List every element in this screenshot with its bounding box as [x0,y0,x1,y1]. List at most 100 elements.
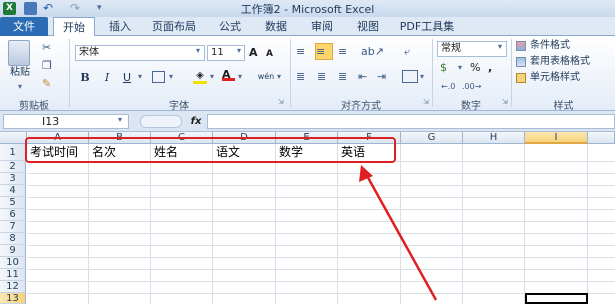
gridline [587,144,588,304]
paste-dropdown-icon[interactable]: ▾ [15,82,25,91]
borders-icon[interactable] [152,71,165,83]
row-header-11[interactable]: 11 [0,269,26,281]
align-middle-icon[interactable]: ≡ [315,43,333,60]
cell-styles-icon[interactable] [516,73,526,83]
orientation-icon[interactable]: ab↗ [361,44,384,60]
font-dialog-launcher-icon[interactable]: ⇲ [278,98,284,106]
paste-button[interactable]: 粘贴 [6,66,34,80]
bold-button[interactable]: B [77,69,93,85]
comma-style-button[interactable]: , [488,60,502,76]
borders-dropdown-icon[interactable]: ▾ [169,72,173,81]
group-alignment-label: 对齐方式 [341,101,381,112]
row-header-2[interactable]: 2 [0,161,26,173]
percent-style-button[interactable]: % [470,60,484,76]
copy-icon[interactable]: ❐ [42,58,56,74]
merge-center-icon[interactable] [402,70,418,83]
font-color-dropdown-icon[interactable]: ▾ [238,72,242,81]
gridline [27,257,615,258]
worksheet-grid[interactable]: A B C D E F G H I 1 2 3 4 5 6 7 8 9 10 1… [0,132,615,304]
align-center-icon[interactable]: ≣ [317,69,333,85]
grow-font-icon[interactable]: A [249,45,263,61]
row-header-7[interactable]: 7 [0,221,26,233]
accounting-format-icon[interactable]: $ [440,60,456,76]
row-header-5[interactable]: 5 [0,197,26,209]
group-font-label: 字体 [169,101,189,112]
tab-view[interactable]: 视图 [348,17,388,36]
tab-home[interactable]: 开始 [53,17,95,37]
format-painter-icon[interactable]: ✎ [42,76,56,92]
gridline [27,269,615,270]
phonetic-guide-icon[interactable]: wén [256,69,276,85]
shrink-font-icon[interactable]: A [266,46,280,62]
format-as-table-button[interactable]: 套用表格格式 [530,55,590,69]
insert-function-button[interactable]: fx [187,114,205,129]
column-header-h[interactable]: H [463,132,525,144]
name-box[interactable]: I13 [3,114,129,129]
row-header-4[interactable]: 4 [0,185,26,197]
font-name-dropdown-icon[interactable]: ▾ [196,46,200,55]
conditional-formatting-button[interactable]: 条件格式 [530,39,570,53]
row-header-6[interactable]: 6 [0,209,26,221]
tab-insert[interactable]: 插入 [100,17,140,36]
formula-bar-splitter[interactable] [140,115,182,128]
row-header-8[interactable]: 8 [0,233,26,245]
row-header-13[interactable]: 13 [0,293,26,304]
window-title: 工作簿2 - Microsoft Excel [240,3,375,16]
number-format-combo[interactable]: 常规 [437,41,507,57]
group-clipboard-label: 剪贴板 [19,101,49,112]
formula-input[interactable] [207,114,615,129]
align-right-icon[interactable]: ≣ [338,69,354,85]
name-box-dropdown-icon[interactable]: ▾ [118,115,122,124]
italic-button[interactable]: I [99,69,115,85]
wrap-text-icon[interactable]: ⤶ [404,44,422,60]
formula-bar: I13 ▾ fx [0,111,615,132]
format-as-table-icon[interactable] [516,57,526,67]
column-header-i[interactable]: I [525,132,588,144]
phonetic-dropdown-icon[interactable]: ▾ [277,72,281,81]
gridline [27,197,615,198]
increase-indent-icon[interactable]: ⇥ [377,69,393,85]
column-header-g[interactable]: G [401,132,463,144]
underline-dropdown-icon[interactable]: ▾ [138,72,142,81]
tab-review[interactable]: 审阅 [302,17,342,36]
fill-color-icon[interactable]: ◈ [193,70,207,84]
row-header-3[interactable]: 3 [0,173,26,185]
underline-button[interactable]: U [119,69,135,85]
row-header-1[interactable]: 1 [0,144,26,161]
decrease-indent-icon[interactable]: ⇤ [358,69,374,85]
paste-icon[interactable] [8,40,30,66]
tab-page-layout[interactable]: 页面布局 [143,17,205,36]
group-styles-label: 样式 [553,101,574,112]
active-cell-i13[interactable] [525,293,588,304]
font-color-icon[interactable]: A [222,68,235,81]
accounting-dropdown-icon[interactable]: ▾ [458,63,462,72]
gridline [27,209,615,210]
tab-formulas[interactable]: 公式 [210,17,250,36]
gridline [27,245,615,246]
align-top-icon[interactable]: ≡ [296,44,312,60]
tab-file[interactable]: 文件 [0,17,48,36]
gridline [275,144,276,304]
merge-dropdown-icon[interactable]: ▾ [420,72,424,81]
font-name-combo[interactable]: 宋体 [75,45,205,61]
font-size-dropdown-icon[interactable]: ▾ [237,46,241,55]
tab-data[interactable]: 数据 [256,17,296,36]
align-bottom-icon[interactable]: ≡ [338,44,354,60]
cell-styles-button[interactable]: 单元格样式 [530,71,580,85]
alignment-dialog-launcher-icon[interactable]: ⇲ [423,98,429,106]
tab-pdf-tools[interactable]: PDF工具集 [392,17,462,36]
decrease-decimal-icon[interactable]: .00→ [462,79,481,95]
cut-icon[interactable]: ✂ [42,40,56,56]
fill-color-dropdown-icon[interactable]: ▾ [210,72,214,81]
select-all-corner[interactable] [0,132,27,144]
annotation-arrow [359,165,438,301]
conditional-formatting-icon[interactable] [516,41,526,51]
number-dialog-launcher-icon[interactable]: ⇲ [502,98,508,106]
row-header-12[interactable]: 12 [0,281,26,293]
row-header-10[interactable]: 10 [0,257,26,269]
row-header-9[interactable]: 9 [0,245,26,257]
number-format-dropdown-icon[interactable]: ▾ [498,42,502,51]
align-left-icon[interactable]: ≣ [296,69,312,85]
increase-decimal-icon[interactable]: ←.0 [441,79,459,95]
gridline [150,144,151,304]
